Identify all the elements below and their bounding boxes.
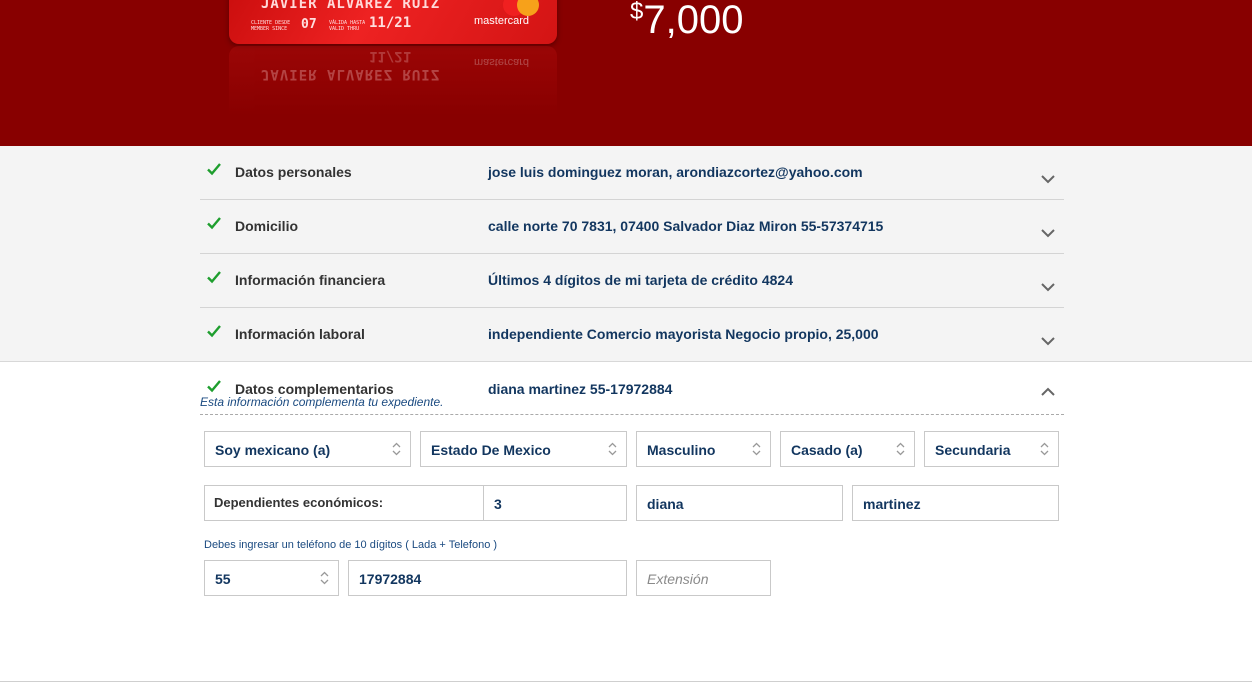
section-title: Información financiera: [235, 272, 386, 288]
phone-value: 17972884: [359, 571, 422, 587]
card-brand: mastercard: [474, 15, 530, 27]
reference-last-name-input[interactable]: martinez: [852, 485, 1059, 521]
section-title: Información laboral: [235, 326, 365, 342]
nationality-select[interactable]: Soy mexicano (a): [204, 431, 411, 467]
section-summary: Últimos 4 dígitos de mi tarjeta de crédi…: [488, 272, 793, 288]
marital-status-select[interactable]: Casado (a): [780, 431, 915, 467]
section-title: Datos personales: [235, 164, 352, 180]
reflection-brand: mastercard: [474, 56, 530, 68]
dependents-label: Dependientes económicos:: [214, 495, 384, 510]
education-value: Secundaria: [935, 442, 1011, 458]
education-select[interactable]: Secundaria: [924, 431, 1059, 467]
state-value: Estado De Mexico: [431, 442, 551, 458]
section-informacion-laboral[interactable]: Información laboral independiente Comerc…: [200, 308, 1064, 362]
section-title: Domicilio: [235, 218, 299, 234]
select-arrows-icon: [320, 571, 329, 585]
credit-card-reflection: mastercard 11/21 JAVIER ALVAREZ RUIZ: [229, 46, 557, 124]
extension-placeholder: Extensión: [647, 571, 709, 587]
section-datos-complementarios[interactable]: Datos complementarios diana martinez 55-…: [200, 362, 1064, 415]
lada-value: 55: [215, 571, 231, 587]
nationality-value: Soy mexicano (a): [215, 442, 331, 458]
phone-hint: Debes ingresar un teléfono de 10 dígitos…: [204, 539, 498, 551]
select-arrows-icon: [896, 442, 905, 456]
section-informacion-financiera[interactable]: Información financiera Últimos 4 dígitos…: [200, 254, 1064, 308]
section-summary: diana martinez 55-17972884: [488, 381, 673, 397]
dependents-value: 3: [494, 496, 502, 512]
divider: [0, 681, 1252, 682]
state-select[interactable]: Estado De Mexico: [420, 431, 627, 467]
reflection-valid-thru: 11/21: [369, 48, 412, 64]
amount-currency: $: [630, 0, 644, 25]
chevron-down-icon[interactable]: [1040, 336, 1056, 346]
amount-value: 7,000: [643, 0, 744, 42]
reference-first-name-value: diana: [647, 496, 684, 512]
marital-status-value: Casado (a): [791, 442, 863, 458]
dependents-label-box: Dependientes económicos:: [204, 485, 484, 521]
credit-amount: $7,000: [630, 0, 743, 43]
extension-input[interactable]: Extensión: [636, 560, 771, 596]
check-icon: [207, 380, 221, 393]
card-client-since-label: CLIENTE DESDE MEMBER SINCE: [251, 20, 291, 32]
phone-input[interactable]: 17972884: [348, 560, 627, 596]
section-summary: jose luis dominguez moran, arondiazcorte…: [488, 164, 863, 180]
lada-select[interactable]: 55: [204, 560, 339, 596]
card-client-since-value: 07: [301, 17, 317, 32]
chevron-down-icon[interactable]: [1040, 174, 1056, 184]
gender-select[interactable]: Masculino: [636, 431, 771, 467]
credit-card-image: JAVIER ALVAREZ RUIZ CLIENTE DESDE MEMBER…: [229, 0, 557, 44]
check-icon: [207, 271, 221, 284]
gender-value: Masculino: [647, 442, 716, 458]
select-arrows-icon: [752, 442, 761, 456]
card-holder-name: JAVIER ALVAREZ RUIZ: [261, 0, 441, 12]
select-arrows-icon: [608, 442, 617, 456]
chevron-down-icon[interactable]: [1040, 228, 1056, 238]
section-datos-personales[interactable]: Datos personales jose luis dominguez mor…: [200, 146, 1064, 200]
card-valid-thru-value: 11/21: [369, 15, 412, 31]
check-icon: [207, 325, 221, 338]
reference-first-name-input[interactable]: diana: [636, 485, 843, 521]
select-arrows-icon: [392, 442, 401, 456]
section-subtitle: Esta información complementa tu expedien…: [200, 395, 444, 409]
chevron-down-icon[interactable]: [1040, 282, 1056, 292]
reflection-holder-name: JAVIER ALVAREZ RUIZ: [261, 66, 441, 82]
dependents-input[interactable]: 3: [483, 485, 627, 521]
section-summary: calle norte 70 7831, 07400 Salvador Diaz…: [488, 218, 884, 234]
hero-banner: JAVIER ALVAREZ RUIZ CLIENTE DESDE MEMBER…: [0, 0, 1252, 146]
section-domicilio[interactable]: Domicilio calle norte 70 7831, 07400 Sal…: [200, 200, 1064, 254]
check-icon: [207, 163, 221, 176]
card-valid-thru-label: VÁLIDA HASTA VALID THRU: [329, 20, 366, 32]
check-icon: [207, 217, 221, 230]
chevron-up-icon[interactable]: [1040, 387, 1056, 397]
reference-last-name-value: martinez: [863, 496, 921, 512]
select-arrows-icon: [1040, 442, 1049, 456]
section-summary: independiente Comercio mayorista Negocio…: [488, 326, 879, 342]
